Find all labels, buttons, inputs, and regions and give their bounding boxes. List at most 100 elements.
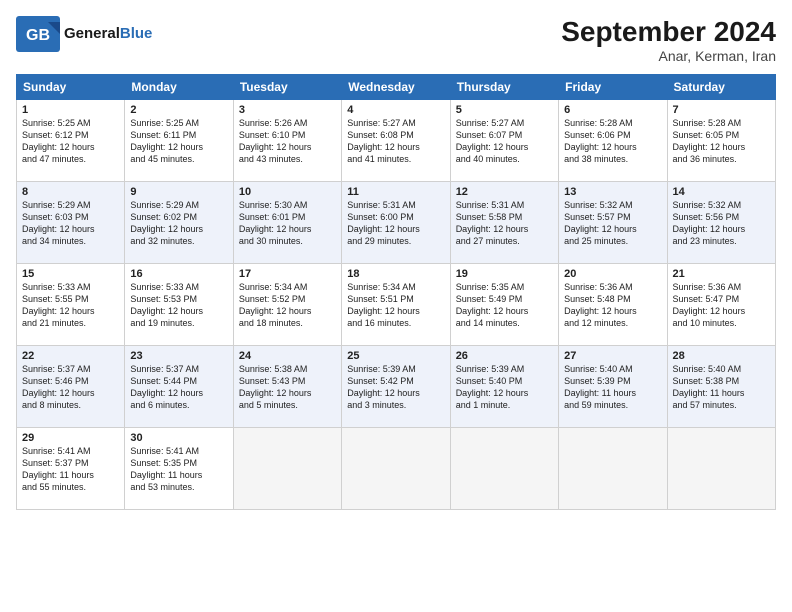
table-row (342, 428, 450, 510)
cell-content: Sunrise: 5:26 AM Sunset: 6:10 PM Dayligh… (239, 117, 336, 166)
day-number: 2 (130, 104, 227, 116)
cell-content: Sunrise: 5:41 AM Sunset: 5:35 PM Dayligh… (130, 445, 227, 494)
table-row: 20Sunrise: 5:36 AM Sunset: 5:48 PM Dayli… (559, 264, 667, 346)
table-row: 5Sunrise: 5:27 AM Sunset: 6:07 PM Daylig… (450, 100, 558, 182)
cell-content: Sunrise: 5:40 AM Sunset: 5:39 PM Dayligh… (564, 363, 661, 412)
cell-content: Sunrise: 5:28 AM Sunset: 6:05 PM Dayligh… (673, 117, 770, 166)
cell-content: Sunrise: 5:27 AM Sunset: 6:08 PM Dayligh… (347, 117, 444, 166)
svg-text:GB: GB (26, 27, 50, 44)
table-row: 1Sunrise: 5:25 AM Sunset: 6:12 PM Daylig… (17, 100, 125, 182)
cell-content: Sunrise: 5:39 AM Sunset: 5:40 PM Dayligh… (456, 363, 553, 412)
page: GB GeneralBlue September 2024 Anar, Kerm… (0, 0, 792, 612)
logo-general: General (64, 25, 120, 42)
day-number: 26 (456, 350, 553, 362)
table-row (450, 428, 558, 510)
day-number: 8 (22, 186, 119, 198)
table-row: 7Sunrise: 5:28 AM Sunset: 6:05 PM Daylig… (667, 100, 775, 182)
table-row: 22Sunrise: 5:37 AM Sunset: 5:46 PM Dayli… (17, 346, 125, 428)
day-number: 20 (564, 268, 661, 280)
cell-content: Sunrise: 5:40 AM Sunset: 5:38 PM Dayligh… (673, 363, 770, 412)
day-number: 12 (456, 186, 553, 198)
logo-text: GeneralBlue (64, 25, 152, 43)
table-row: 24Sunrise: 5:38 AM Sunset: 5:43 PM Dayli… (233, 346, 341, 428)
cell-content: Sunrise: 5:25 AM Sunset: 6:11 PM Dayligh… (130, 117, 227, 166)
table-row: 9Sunrise: 5:29 AM Sunset: 6:02 PM Daylig… (125, 182, 233, 264)
cell-content: Sunrise: 5:29 AM Sunset: 6:02 PM Dayligh… (130, 199, 227, 248)
day-number: 3 (239, 104, 336, 116)
cell-content: Sunrise: 5:37 AM Sunset: 5:44 PM Dayligh… (130, 363, 227, 412)
calendar-week-4: 22Sunrise: 5:37 AM Sunset: 5:46 PM Dayli… (17, 346, 776, 428)
day-number: 23 (130, 350, 227, 362)
day-number: 11 (347, 186, 444, 198)
header: GB GeneralBlue September 2024 Anar, Kerm… (16, 16, 776, 64)
cell-content: Sunrise: 5:39 AM Sunset: 5:42 PM Dayligh… (347, 363, 444, 412)
cell-content: Sunrise: 5:25 AM Sunset: 6:12 PM Dayligh… (22, 117, 119, 166)
day-number: 1 (22, 104, 119, 116)
table-row: 3Sunrise: 5:26 AM Sunset: 6:10 PM Daylig… (233, 100, 341, 182)
table-row: 4Sunrise: 5:27 AM Sunset: 6:08 PM Daylig… (342, 100, 450, 182)
day-number: 24 (239, 350, 336, 362)
col-thursday: Thursday (450, 75, 558, 100)
cell-content: Sunrise: 5:27 AM Sunset: 6:07 PM Dayligh… (456, 117, 553, 166)
day-number: 7 (673, 104, 770, 116)
day-number: 13 (564, 186, 661, 198)
table-row: 13Sunrise: 5:32 AM Sunset: 5:57 PM Dayli… (559, 182, 667, 264)
day-number: 21 (673, 268, 770, 280)
table-row: 28Sunrise: 5:40 AM Sunset: 5:38 PM Dayli… (667, 346, 775, 428)
day-number: 25 (347, 350, 444, 362)
cell-content: Sunrise: 5:31 AM Sunset: 5:58 PM Dayligh… (456, 199, 553, 248)
table-row: 14Sunrise: 5:32 AM Sunset: 5:56 PM Dayli… (667, 182, 775, 264)
cell-content: Sunrise: 5:34 AM Sunset: 5:51 PM Dayligh… (347, 281, 444, 330)
table-row: 11Sunrise: 5:31 AM Sunset: 6:00 PM Dayli… (342, 182, 450, 264)
table-row: 16Sunrise: 5:33 AM Sunset: 5:53 PM Dayli… (125, 264, 233, 346)
day-number: 17 (239, 268, 336, 280)
col-sunday: Sunday (17, 75, 125, 100)
table-row: 23Sunrise: 5:37 AM Sunset: 5:44 PM Dayli… (125, 346, 233, 428)
calendar-week-2: 8Sunrise: 5:29 AM Sunset: 6:03 PM Daylig… (17, 182, 776, 264)
sub-title: Anar, Kerman, Iran (561, 48, 776, 64)
day-number: 29 (22, 432, 119, 444)
day-number: 19 (456, 268, 553, 280)
table-row: 6Sunrise: 5:28 AM Sunset: 6:06 PM Daylig… (559, 100, 667, 182)
cell-content: Sunrise: 5:32 AM Sunset: 5:56 PM Dayligh… (673, 199, 770, 248)
table-row: 25Sunrise: 5:39 AM Sunset: 5:42 PM Dayli… (342, 346, 450, 428)
logo-blue: Blue (120, 25, 153, 42)
table-row: 2Sunrise: 5:25 AM Sunset: 6:11 PM Daylig… (125, 100, 233, 182)
day-number: 16 (130, 268, 227, 280)
table-row: 10Sunrise: 5:30 AM Sunset: 6:01 PM Dayli… (233, 182, 341, 264)
day-number: 18 (347, 268, 444, 280)
cell-content: Sunrise: 5:37 AM Sunset: 5:46 PM Dayligh… (22, 363, 119, 412)
table-row: 21Sunrise: 5:36 AM Sunset: 5:47 PM Dayli… (667, 264, 775, 346)
col-saturday: Saturday (667, 75, 775, 100)
day-number: 6 (564, 104, 661, 116)
calendar-header-row: Sunday Monday Tuesday Wednesday Thursday… (17, 75, 776, 100)
day-number: 28 (673, 350, 770, 362)
cell-content: Sunrise: 5:36 AM Sunset: 5:47 PM Dayligh… (673, 281, 770, 330)
table-row: 29Sunrise: 5:41 AM Sunset: 5:37 PM Dayli… (17, 428, 125, 510)
title-section: September 2024 Anar, Kerman, Iran (561, 16, 776, 64)
logo-icon: GB (16, 16, 60, 52)
day-number: 27 (564, 350, 661, 362)
logo: GB GeneralBlue (16, 16, 152, 52)
day-number: 14 (673, 186, 770, 198)
cell-content: Sunrise: 5:36 AM Sunset: 5:48 PM Dayligh… (564, 281, 661, 330)
day-number: 5 (456, 104, 553, 116)
day-number: 10 (239, 186, 336, 198)
table-row: 30Sunrise: 5:41 AM Sunset: 5:35 PM Dayli… (125, 428, 233, 510)
cell-content: Sunrise: 5:30 AM Sunset: 6:01 PM Dayligh… (239, 199, 336, 248)
cell-content: Sunrise: 5:35 AM Sunset: 5:49 PM Dayligh… (456, 281, 553, 330)
cell-content: Sunrise: 5:34 AM Sunset: 5:52 PM Dayligh… (239, 281, 336, 330)
calendar-week-1: 1Sunrise: 5:25 AM Sunset: 6:12 PM Daylig… (17, 100, 776, 182)
table-row: 18Sunrise: 5:34 AM Sunset: 5:51 PM Dayli… (342, 264, 450, 346)
col-friday: Friday (559, 75, 667, 100)
calendar-table: Sunday Monday Tuesday Wednesday Thursday… (16, 74, 776, 510)
day-number: 4 (347, 104, 444, 116)
col-wednesday: Wednesday (342, 75, 450, 100)
day-number: 9 (130, 186, 227, 198)
day-number: 15 (22, 268, 119, 280)
cell-content: Sunrise: 5:41 AM Sunset: 5:37 PM Dayligh… (22, 445, 119, 494)
table-row: 19Sunrise: 5:35 AM Sunset: 5:49 PM Dayli… (450, 264, 558, 346)
calendar-week-3: 15Sunrise: 5:33 AM Sunset: 5:55 PM Dayli… (17, 264, 776, 346)
cell-content: Sunrise: 5:38 AM Sunset: 5:43 PM Dayligh… (239, 363, 336, 412)
main-title: September 2024 (561, 16, 776, 48)
